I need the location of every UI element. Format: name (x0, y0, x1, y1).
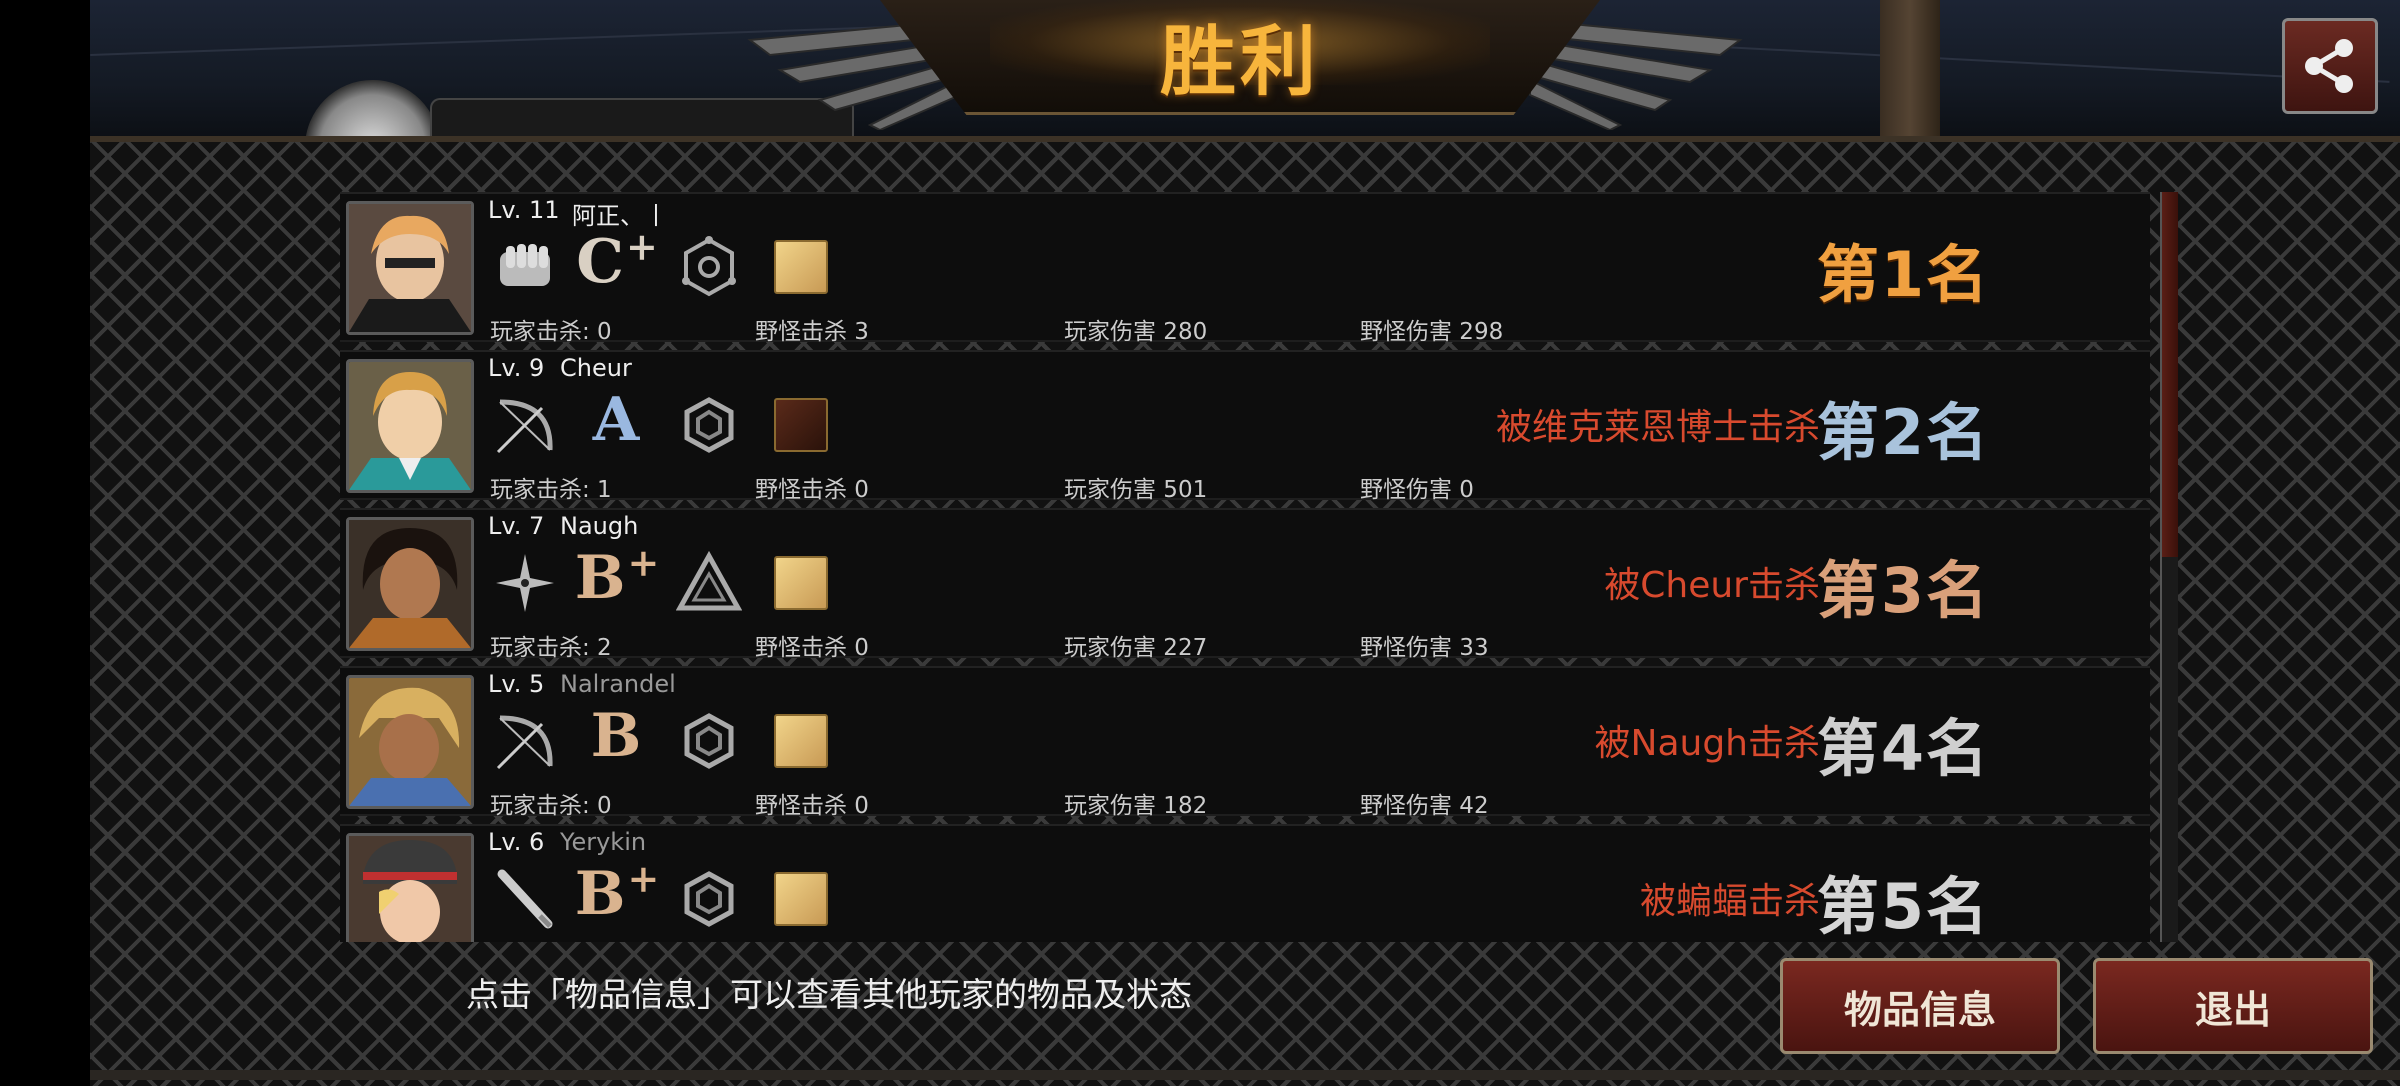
dark-item-icon[interactable] (766, 390, 836, 460)
pale-item-icon[interactable] (766, 706, 836, 776)
hexagon-swirl-icon (674, 706, 744, 776)
player-portrait[interactable] (346, 517, 474, 651)
rank-label: 第4名 (1816, 712, 1990, 785)
victory-title: 胜利 (1160, 17, 1320, 106)
results-scrollbar[interactable] (2160, 192, 2178, 942)
player-damage: 玩家伤害 182 (1064, 793, 1208, 819)
player-level: Lv. 9 (488, 354, 545, 382)
triangle-icon (674, 548, 744, 618)
hexagon-swirl-icon (674, 864, 744, 934)
shuriken-icon (490, 548, 560, 618)
pale-item-icon[interactable] (766, 864, 836, 934)
player-row[interactable]: Lv. 6 Yerykin B + 被蝙蝠击杀 第5名 (340, 824, 2150, 942)
fist-icon (490, 232, 560, 302)
monster-kills: 野怪击杀 0 (755, 477, 869, 503)
own-avatar-partial (305, 80, 440, 140)
player-level: Lv. 5 (488, 670, 545, 698)
pale-item-icon[interactable] (766, 232, 836, 302)
player-portrait[interactable] (346, 675, 474, 809)
grade-badge: C + (576, 224, 658, 297)
results-list[interactable]: Lv. 11 阿正、丨 C + 玩家击杀: 0 野怪击杀 3 玩家伤害 280 … (340, 192, 2150, 942)
player-kills: 玩家击杀: 2 (490, 635, 612, 661)
player-row[interactable]: Lv. 11 阿正、丨 C + 玩家击杀: 0 野怪击杀 3 玩家伤害 280 … (340, 192, 2150, 345)
monster-damage: 野怪伤害 298 (1360, 319, 1504, 345)
player-damage: 玩家伤害 280 (1064, 319, 1208, 345)
exit-button[interactable]: 退出 (2093, 958, 2373, 1054)
bat-icon (490, 864, 560, 934)
monster-damage: 野怪伤害 0 (1360, 477, 1474, 503)
player-damage: 玩家伤害 227 (1064, 635, 1208, 661)
rank-label: 第1名 (1816, 238, 1990, 311)
player-portrait[interactable] (346, 359, 474, 493)
player-kills: 玩家击杀: 1 (490, 477, 612, 503)
monster-damage: 野怪伤害 33 (1360, 635, 1489, 661)
player-damage: 玩家伤害 501 (1064, 477, 1208, 503)
player-level: Lv. 6 (488, 828, 545, 856)
bow-icon (490, 390, 560, 460)
share-button[interactable] (2282, 18, 2378, 114)
hexagon-orbit-icon (674, 232, 744, 302)
left-black-bar (0, 0, 90, 1080)
player-kills: 玩家击杀: 0 (490, 319, 612, 345)
grade-badge: B + (574, 540, 660, 613)
killed-by-text: 被Cheur击杀 (1604, 565, 1820, 606)
rank-label: 第5名 (1816, 870, 1990, 942)
player-level: Lv. 7 (488, 512, 545, 540)
killed-by-text: 被Naugh击杀 (1594, 723, 1820, 764)
grade-badge: A (592, 385, 640, 455)
bottom-bar: 点击「物品信息」可以查看其他玩家的物品及状态 物品信息 退出 (90, 940, 2400, 1080)
wooden-post (1880, 0, 1940, 140)
rank-label: 第2名 (1816, 396, 1990, 469)
pale-item-icon[interactable] (766, 548, 836, 618)
player-row[interactable]: Lv. 5 Nalrandel B 玩家击杀: 0 野怪击杀 0 玩家伤害 18… (340, 666, 2150, 819)
player-portrait[interactable] (346, 201, 474, 335)
share-icon (2305, 39, 2353, 93)
hint-text: 点击「物品信息」可以查看其他玩家的物品及状态 (466, 975, 1192, 1014)
player-row[interactable]: Lv. 9 Cheur A 玩家击杀: 1 野怪击杀 0 玩家伤害 501 野怪… (340, 350, 2150, 503)
player-name: Cheur (560, 354, 632, 382)
killed-by-text: 被蝙蝠击杀 (1639, 881, 1820, 922)
monster-kills: 野怪击杀 0 (755, 793, 869, 819)
killed-by-text: 被维克莱恩博士击杀 (1495, 407, 1820, 448)
player-kills: 玩家击杀: 0 (490, 793, 612, 819)
player-level: Lv. 11 (488, 196, 560, 224)
bow-icon (490, 706, 560, 776)
monster-kills: 野怪击杀 0 (755, 635, 869, 661)
victory-banner: 胜利 (880, 0, 1600, 115)
player-name: Yerykin (560, 828, 647, 856)
rank-label: 第3名 (1816, 554, 1990, 627)
player-portrait[interactable] (346, 833, 474, 942)
hexagon-swirl-icon (674, 390, 744, 460)
player-name: Nalrandel (560, 670, 676, 698)
player-row[interactable]: Lv. 7 Naugh B + 玩家击杀: 2 野怪击杀 0 玩家伤害 227 … (340, 508, 2150, 661)
item-info-button[interactable]: 物品信息 (1780, 958, 2060, 1054)
scrollbar-thumb[interactable] (2162, 192, 2178, 557)
bottom-border (90, 1070, 2400, 1080)
monster-kills: 野怪击杀 3 (755, 319, 869, 345)
player-name: Naugh (560, 512, 639, 540)
monster-damage: 野怪伤害 42 (1360, 793, 1489, 819)
grade-badge: B + (574, 856, 660, 929)
grade-badge: B (590, 701, 642, 771)
